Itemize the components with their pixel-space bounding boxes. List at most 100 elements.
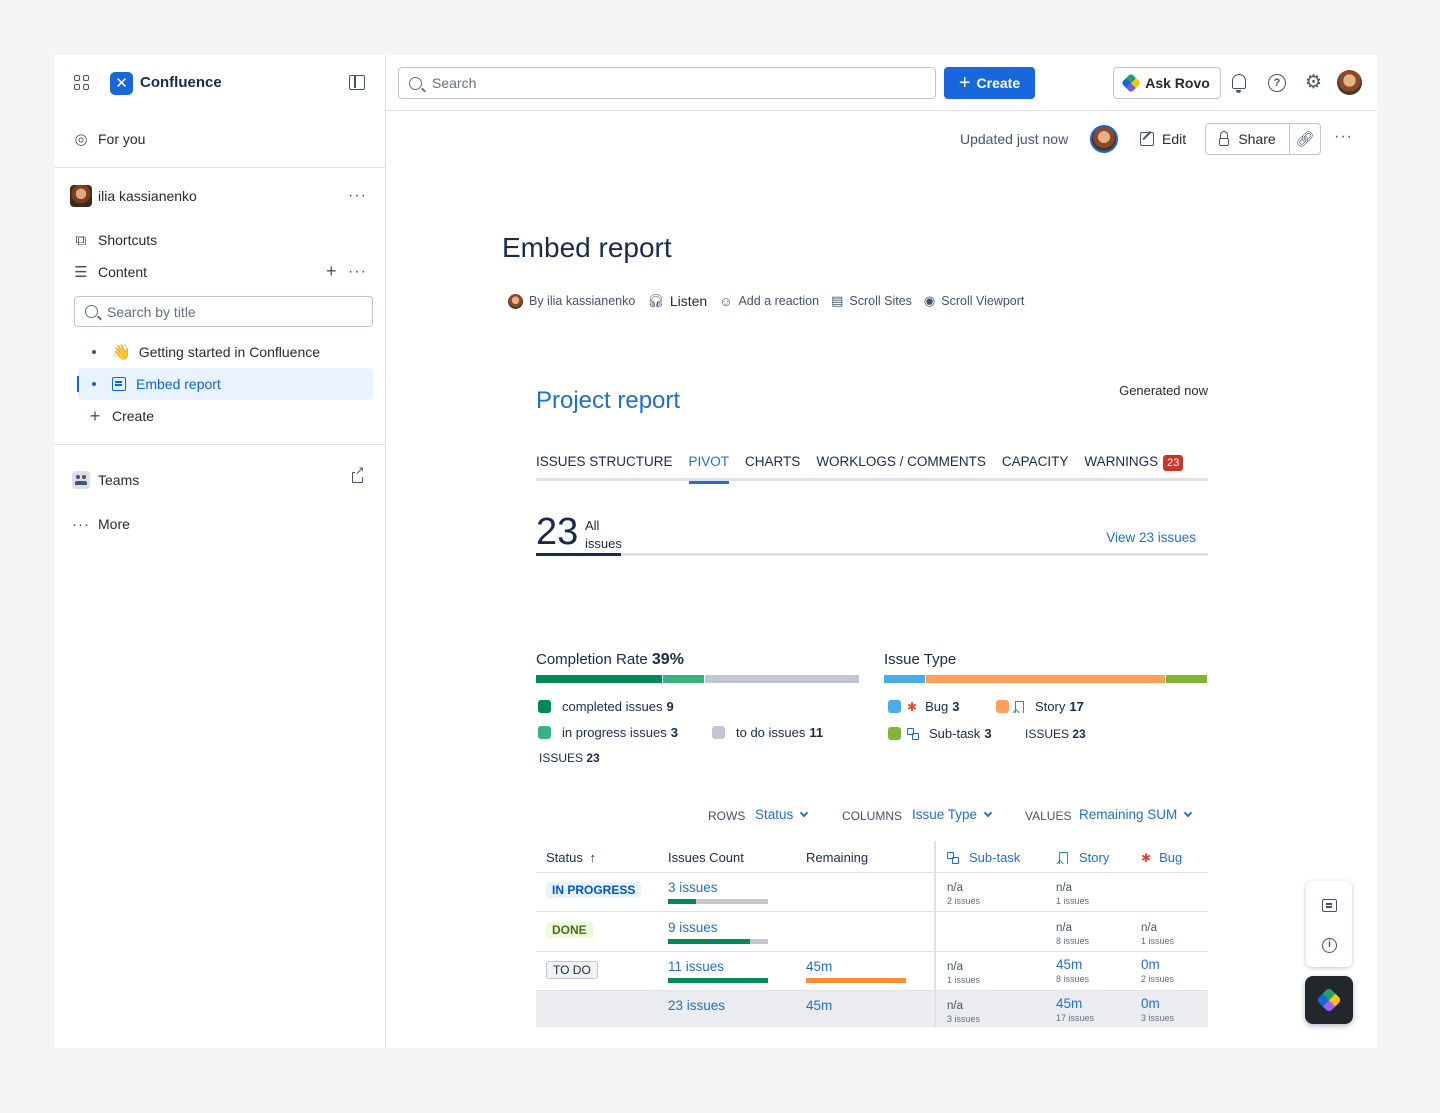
- scroll-sites-button[interactable]: ▤ Scroll Sites: [831, 293, 912, 309]
- search-input[interactable]: Search: [398, 67, 936, 99]
- page-more-icon[interactable]: ···: [1334, 128, 1353, 146]
- plus-icon: +: [958, 72, 971, 94]
- status-lozenge: DONE: [546, 922, 593, 938]
- status-column-header[interactable]: Status ↑: [546, 850, 596, 865]
- subtask-icon: [907, 727, 919, 740]
- issues-value: 23: [1072, 727, 1086, 741]
- legend-subtask: Sub-task 3: [888, 726, 992, 741]
- settings-gear-icon[interactable]: ⚙: [1305, 73, 1322, 92]
- tree-item-getting-started[interactable]: 👋 Getting started in Confluence: [78, 336, 373, 368]
- rovo-chat-button[interactable]: [1305, 976, 1353, 1024]
- bug-cell[interactable]: 0m 2 issues: [1141, 957, 1174, 984]
- table-row: DONE 9 issues n/a 8 issues n/a 1 issues: [536, 913, 1208, 952]
- tab-capacity[interactable]: CAPACITY: [1002, 451, 1069, 481]
- notifications-bell-icon[interactable]: [1232, 74, 1246, 93]
- contributor-avatar[interactable]: [1090, 125, 1118, 153]
- tree-item-embed-report[interactable]: Embed report: [78, 368, 373, 400]
- columns-select[interactable]: Issue Type: [912, 807, 993, 822]
- sidebar-create-button[interactable]: + Create: [86, 404, 154, 428]
- completion-rate-widget: Completion Rate 39% completed issues 9 i…: [536, 651, 860, 765]
- legend-value: 11: [809, 725, 824, 740]
- bug-icon: ✱: [907, 699, 918, 714]
- sidebar-divider: [54, 444, 385, 445]
- listen-button[interactable]: 🎧︎ Listen: [647, 293, 707, 309]
- tab-charts[interactable]: CHARTS: [745, 451, 800, 481]
- sidebar-space-user[interactable]: ilia kassianenko: [70, 184, 197, 208]
- sidebar-item-more[interactable]: ··· More: [72, 512, 130, 536]
- issues-progress-bar: [668, 978, 768, 983]
- view-issues-link[interactable]: View 23 issues: [1106, 530, 1196, 545]
- sidebar-item-teams[interactable]: Teams: [72, 468, 139, 492]
- sidebar-item-content[interactable]: ☰ Content: [72, 260, 147, 284]
- subtask-column-header[interactable]: Sub-task: [947, 850, 1020, 865]
- updated-status[interactable]: Updated just now: [960, 131, 1068, 147]
- app-name[interactable]: Confluence: [140, 74, 222, 91]
- confluence-app: ✕ Confluence ◎ For you ilia kassianenko …: [54, 55, 1377, 1048]
- legend-value: 3: [952, 699, 960, 714]
- page-title: Embed report: [502, 232, 672, 263]
- chevron-down-icon: [800, 808, 809, 818]
- avatar: [70, 185, 92, 207]
- story-column-header[interactable]: Story: [1059, 850, 1109, 865]
- confluence-logo-icon[interactable]: ✕: [110, 72, 133, 95]
- todo-segment: [750, 939, 768, 944]
- tab-pivot[interactable]: PIVOT: [688, 451, 729, 484]
- remaining-link[interactable]: 45m: [806, 959, 832, 974]
- tab-worklogs-comments[interactable]: WORKLOGS / COMMENTS: [816, 451, 986, 481]
- info-icon[interactable]: i: [1322, 938, 1337, 953]
- legend-label: to do issues: [736, 725, 806, 740]
- cell-value: n/a: [947, 961, 963, 973]
- cell-value: n/a: [947, 882, 963, 894]
- smiley-icon: ☺: [719, 293, 733, 309]
- generated-status: Generated now: [1119, 383, 1208, 398]
- label-line-1: All: [585, 518, 600, 533]
- tab-issues-structure[interactable]: ISSUES STRUCTURE: [536, 451, 673, 481]
- cell-value: 45m: [1056, 996, 1083, 1011]
- issues-value: 23: [586, 751, 600, 765]
- create-button[interactable]: + Create: [944, 67, 1035, 99]
- author[interactable]: By ilia kassianenko: [508, 293, 635, 309]
- total-count-link[interactable]: 23 issues: [668, 998, 725, 1013]
- sidebar-item-shortcuts[interactable]: ⧉ Shortcuts: [72, 228, 158, 252]
- total-remaining-link[interactable]: 45m: [806, 998, 832, 1013]
- create-label: Create: [112, 408, 155, 424]
- header-label: Bug: [1159, 850, 1183, 865]
- scroll-sites-label: Scroll Sites: [849, 294, 912, 308]
- legend-label: Bug: [925, 699, 949, 714]
- cell-value: n/a: [1056, 922, 1072, 934]
- ask-rovo-button[interactable]: Ask Rovo: [1113, 67, 1221, 99]
- side-actions-panel: i: [1306, 881, 1352, 967]
- active-indicator: [77, 376, 79, 392]
- bug-column-header[interactable]: ✱ Bug: [1141, 850, 1182, 865]
- external-link-icon[interactable]: [352, 466, 365, 483]
- issues-count-link[interactable]: 9 issues: [668, 920, 718, 935]
- story-cell[interactable]: 45m 8 issues: [1056, 957, 1089, 984]
- issues-count-link[interactable]: 3 issues: [668, 880, 718, 895]
- story-cell[interactable]: 45m 17 issues: [1056, 996, 1094, 1023]
- bug-cell[interactable]: 0m 3 issues: [1141, 996, 1174, 1023]
- issues-count-link[interactable]: 11 issues: [668, 959, 724, 974]
- space-more-icon[interactable]: ···: [348, 187, 367, 205]
- comment-icon[interactable]: [1322, 899, 1337, 912]
- sidebar-item-for-you[interactable]: ◎ For you: [72, 127, 145, 151]
- values-select[interactable]: Remaining SUM: [1079, 807, 1193, 822]
- collapse-sidebar-icon[interactable]: [349, 75, 365, 90]
- help-icon[interactable]: ?: [1268, 74, 1286, 92]
- copy-link-icon[interactable]: 🔗︎: [1290, 124, 1320, 154]
- cell-subtext: 1 issues: [1141, 936, 1175, 946]
- profile-avatar[interactable]: [1337, 70, 1362, 95]
- app-switcher-icon[interactable]: [74, 75, 90, 91]
- scroll-viewport-button[interactable]: ◉ Scroll Viewport: [924, 293, 1024, 309]
- bug-swatch: [888, 700, 901, 713]
- subtask-swatch: [888, 727, 901, 740]
- create-label: Create: [976, 75, 1021, 91]
- cell-subtext: 3 issues: [947, 1014, 981, 1024]
- share-button[interactable]: Share: [1206, 124, 1290, 154]
- add-content-icon[interactable]: +: [326, 261, 337, 282]
- add-reaction-button[interactable]: ☺ Add a reaction: [719, 294, 819, 309]
- content-more-icon[interactable]: ···: [348, 263, 367, 281]
- rows-select[interactable]: Status: [755, 807, 809, 822]
- tab-warnings[interactable]: WARNINGS 23: [1084, 451, 1184, 481]
- edit-button[interactable]: Edit: [1140, 125, 1186, 153]
- search-by-title-input[interactable]: Search by title: [74, 296, 373, 327]
